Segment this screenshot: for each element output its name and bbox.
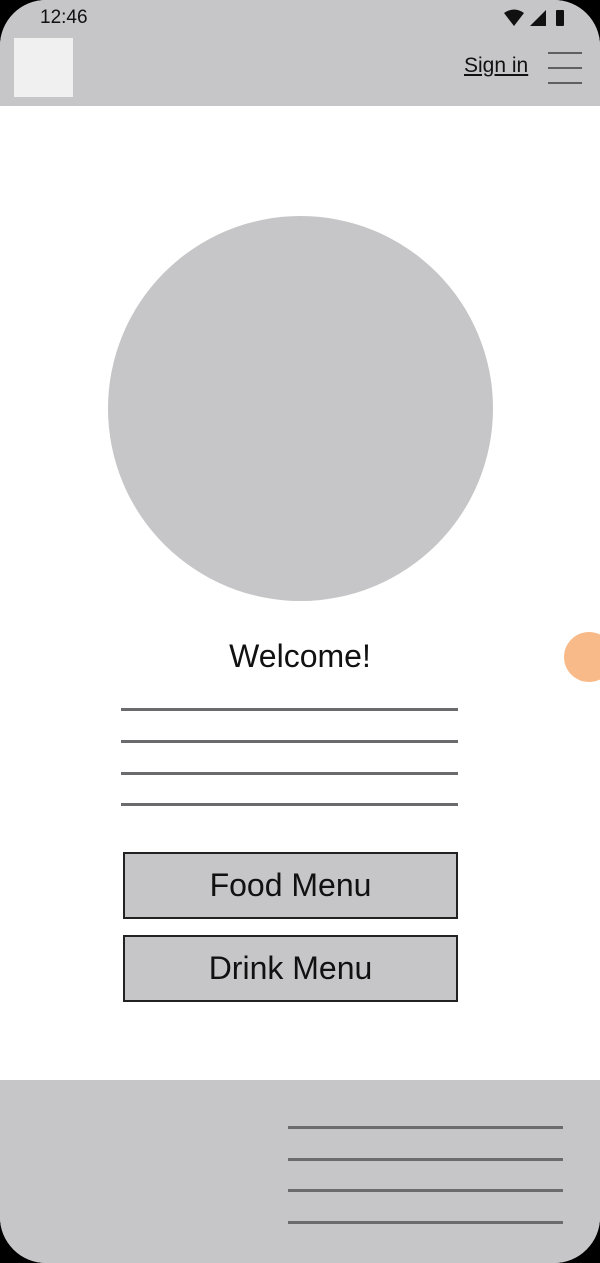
status-time: 12:46 bbox=[40, 7, 88, 28]
hero-image-placeholder bbox=[108, 216, 493, 601]
footer bbox=[0, 1080, 600, 1263]
placeholder-text-line bbox=[121, 803, 458, 806]
app-header: Sign in bbox=[0, 34, 600, 106]
footer-link-line[interactable] bbox=[288, 1221, 563, 1224]
placeholder-text-line bbox=[121, 740, 458, 743]
placeholder-text-line bbox=[121, 772, 458, 775]
hamburger-menu-icon[interactable] bbox=[548, 51, 582, 85]
placeholder-text-line bbox=[121, 708, 458, 711]
sign-in-link[interactable]: Sign in bbox=[464, 54, 528, 78]
phone-screen: 12:46 Sign in Welcome! Food Menu Drink M… bbox=[0, 0, 600, 1263]
battery-icon bbox=[556, 10, 564, 26]
drink-menu-button[interactable]: Drink Menu bbox=[123, 935, 458, 1002]
signal-icon bbox=[530, 10, 546, 26]
food-menu-button[interactable]: Food Menu bbox=[123, 852, 458, 919]
status-bar: 12:46 bbox=[0, 0, 600, 34]
hamburger-bar bbox=[548, 82, 582, 84]
welcome-heading: Welcome! bbox=[229, 638, 371, 674]
status-icons bbox=[504, 9, 564, 26]
footer-link-line[interactable] bbox=[288, 1189, 563, 1192]
logo-placeholder[interactable] bbox=[14, 38, 73, 97]
footer-link-line[interactable] bbox=[288, 1126, 563, 1129]
wifi-icon bbox=[504, 9, 524, 26]
hamburger-bar bbox=[548, 67, 582, 69]
footer-link-line[interactable] bbox=[288, 1158, 563, 1161]
hamburger-bar bbox=[548, 52, 582, 54]
